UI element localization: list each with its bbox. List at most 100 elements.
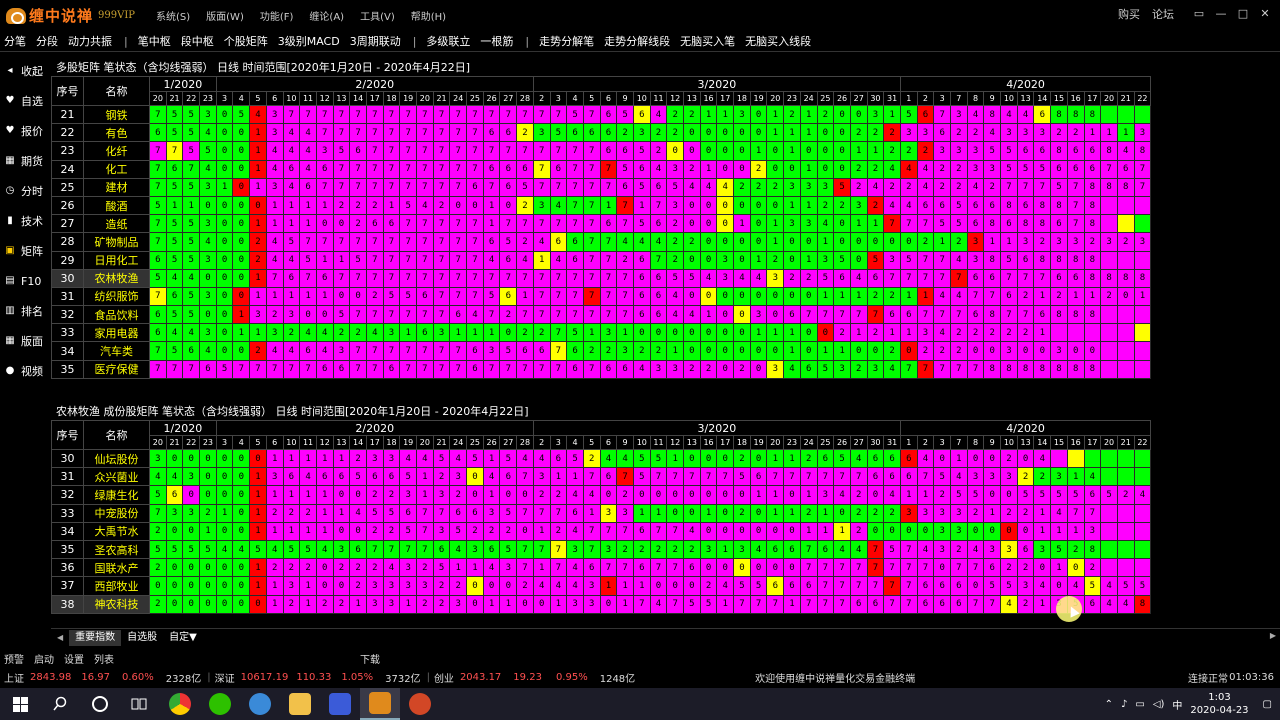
toolbar-item[interactable]: 3级别MACD — [278, 33, 340, 49]
row-name[interactable]: 众兴菌业 — [83, 467, 150, 487]
microphone-icon[interactable]: ♪ — [1121, 699, 1127, 710]
matrix-row[interactable]: 28 矿物制品 7 5 5 4 0 0 2 4 5 7 7 7 7 7 7 7 7 7 7 7 6 5 2 4 6 6 7 7 4 4 4 2 2 0… — [51, 232, 1152, 252]
matrix-row[interactable]: 30 农林牧渔 5 4 4 0 0 0 1 7 6 7 6 7 7 7 7 7 7 7 7 7 7 7 7 7 7 7 7 7 7 6 6 5 5 4… — [51, 268, 1152, 288]
row-name[interactable]: 国联水产 — [83, 558, 150, 578]
start-button[interactable] — [0, 688, 40, 720]
sidebar-item-10[interactable]: ● 视频 — [0, 356, 48, 386]
matrix-row[interactable]: 35 医疗保健 7 7 7 6 5 7 7 7 7 7 6 6 7 7 6 7 7 7 7 6 7 7 7 7 7 6 7 6 6 4 3 3 2 2… — [51, 359, 1152, 379]
matrix-row[interactable]: 25 建材 7 5 5 3 1 0 1 3 4 6 7 7 7 7 7 7 7 7 7 6 7 6 5 7 7 7 7 7 6 5 6 5 4 4 4 2… — [51, 177, 1152, 197]
row-name[interactable]: 有色 — [83, 123, 150, 143]
toolbar-item[interactable]: 走势分解线段 — [604, 33, 670, 49]
minimize-button[interactable]: — — [1212, 7, 1230, 21]
matrix-row[interactable]: 30 仙坛股份 3 0 0 0 0 0 0 1 1 1 1 1 2 3 3 4 4 5 4 5 1 5 4 4 6 5 2 4 4 5 5 1 0 0… — [51, 448, 1152, 469]
matrix-row[interactable]: 21 钢铁 7 5 5 3 0 5 4 3 7 7 7 7 7 7 7 7 7 7 7 7 7 7 7 7 7 5 7 6 5 6 4 2 2 1 1 3… — [51, 104, 1152, 125]
toolbar-item[interactable]: 分段 — [36, 33, 58, 49]
matrix-row[interactable]: 33 中宠股份 7 3 3 2 1 0 1 2 2 2 1 1 4 5 5 6 7 7 6 6 3 5 7 7 7 6 1 3 3 1 1 0 0 1… — [51, 503, 1152, 523]
matrix-row[interactable]: 34 汽车类 7 5 6 4 0 0 2 4 4 6 4 3 7 7 7 7 7 7 7 6 3 5 6 6 7 6 2 2 3 2 2 1 0 0 0… — [51, 341, 1152, 361]
row-name[interactable]: 农林牧渔 — [83, 268, 150, 288]
browser-taskbar-app[interactable] — [240, 688, 280, 720]
sidebar-item-9[interactable]: ▦ 版面 — [0, 326, 48, 356]
wechat-taskbar-app[interactable] — [200, 688, 240, 720]
matrix-row[interactable]: 22 有色 6 5 5 4 0 0 1 3 4 4 7 7 7 7 7 7 7 7 7 7 6 6 2 3 5 6 6 6 2 3 2 2 0 0 0 0… — [51, 123, 1152, 143]
toolbar-item[interactable]: 个股矩阵 — [224, 33, 268, 49]
row-name[interactable]: 大禹节水 — [83, 521, 150, 541]
close-button[interactable]: ✕ — [1256, 7, 1274, 21]
menu-function[interactable]: 功能(F) — [260, 8, 294, 23]
start-button[interactable]: 启动 — [34, 651, 54, 666]
chanzhongshuochan-taskbar-app[interactable] — [360, 688, 400, 720]
forum-link[interactable]: 论坛 — [1152, 6, 1174, 22]
toolbar-item[interactable]: 动力共振 — [68, 33, 112, 49]
toolbar-item[interactable]: 3周期联动 — [350, 33, 401, 49]
explorer-taskbar-app[interactable] — [280, 688, 320, 720]
row-name[interactable]: 食品饮料 — [83, 305, 150, 325]
matrix-row[interactable]: 32 食品饮料 6 5 5 0 0 1 3 2 3 0 0 5 7 7 7 7 7 7 6 4 7 2 7 7 7 7 7 7 7 6 6 4 4 1… — [51, 305, 1152, 325]
sidebar-item-2[interactable]: ♥ 报价 — [0, 116, 48, 146]
matrix-row[interactable]: 32 绿康生化 5 6 0 0 0 0 1 1 1 1 1 0 0 2 2 3 1 3 2 0 1 0 0 2 2 4 4 0 2 0 0 0 0 0… — [51, 485, 1152, 505]
matrix-row[interactable]: 23 化纤 7 7 5 5 0 0 1 4 4 4 3 5 6 7 7 7 7 7 7 7 7 7 7 7 7 7 7 6 6 5 2 0 0 0 0 0… — [51, 141, 1152, 161]
menu-chan-theory[interactable]: 缠论(A) — [309, 8, 344, 23]
alert-button[interactable]: 预警 — [4, 651, 24, 666]
row-name[interactable]: 神农科技 — [83, 594, 150, 614]
matrix-row[interactable]: 29 日用化工 6 5 5 3 0 0 2 4 4 5 1 1 5 7 7 7 7 7 7 7 4 6 4 1 4 6 7 7 2 6 7 2 0 0… — [51, 250, 1152, 270]
row-name[interactable]: 仙坛股份 — [83, 448, 150, 469]
tray-expand-icon[interactable]: ⌃ — [1105, 699, 1113, 710]
notes-taskbar-app[interactable] — [320, 688, 360, 720]
toolbar-item[interactable]: 走势分解笔 — [539, 33, 594, 49]
row-name[interactable]: 汽车类 — [83, 341, 150, 361]
sidebar-item-7[interactable]: ▤ F10 — [0, 266, 48, 296]
sidebar-item-0[interactable]: ◂ 收起 — [0, 56, 48, 86]
scroll-right-icon[interactable]: ▶ — [1270, 631, 1276, 640]
menu-layout[interactable]: 版面(W) — [206, 8, 244, 23]
network-icon[interactable]: ▭ — [1135, 699, 1144, 710]
sidebar-item-1[interactable]: ♥ 自选 — [0, 86, 48, 116]
list-button[interactable]: 列表 — [94, 651, 114, 666]
row-name[interactable]: 纺织服饰 — [83, 286, 150, 307]
scroll-left-icon[interactable]: ◀ — [51, 633, 69, 642]
powerpoint-taskbar-app[interactable] — [400, 688, 440, 720]
maximize-button[interactable]: □ — [1234, 7, 1252, 21]
row-name[interactable]: 圣农高科 — [83, 539, 150, 560]
download-button[interactable]: 下载 — [360, 651, 380, 666]
matrix-row[interactable]: 26 酸酒 5 1 1 0 0 0 0 1 1 1 1 2 2 2 1 5 4 2 0 0 1 0 2 3 4 7 7 1 7 1 7 3 0 0 0 0… — [51, 195, 1152, 216]
toolbar-item[interactable]: 分笔 — [4, 33, 26, 49]
row-name[interactable]: 中宠股份 — [83, 503, 150, 523]
settings-button[interactable]: 设置 — [64, 651, 84, 666]
cortana-button[interactable] — [80, 688, 120, 720]
row-name[interactable]: 酸酒 — [83, 195, 150, 216]
sidebar-item-3[interactable]: ▦ 期货 — [0, 146, 48, 176]
toolbar-item[interactable]: 无脑买入线段 — [745, 33, 811, 49]
row-name[interactable]: 家用电器 — [83, 323, 150, 343]
matrix-row[interactable]: 36 国联水产 2 0 0 0 0 0 1 2 2 2 0 2 2 2 4 3 2 5 1 1 4 3 7 1 7 4 6 7 7 6 7 7 6 0… — [51, 558, 1152, 578]
matrix-row[interactable]: 34 大禹节水 2 0 0 1 0 0 1 1 1 1 1 0 0 2 2 5 7 3 5 2 2 2 0 1 2 4 7 7 7 6 7 7 4 0… — [51, 521, 1152, 541]
matrix-row[interactable]: 31 众兴菌业 4 4 3 0 0 0 1 3 6 4 6 6 5 6 6 5 1 2 3 0 4 6 7 3 1 1 7 6 7 5 7 7 7 7… — [51, 467, 1152, 487]
matrix-row[interactable]: 37 西部牧业 0 0 0 0 0 0 1 1 3 1 0 0 2 3 3 3 3 2 2 0 0 0 2 4 4 4 3 1 1 1 0 0 0 2… — [51, 576, 1152, 596]
toolbar-item[interactable]: 段中枢 — [181, 33, 214, 49]
notifications-icon[interactable]: ▢ — [1263, 699, 1272, 710]
row-name[interactable]: 钢铁 — [83, 104, 150, 125]
toolbar-item[interactable]: 无脑买入笔 — [680, 33, 735, 49]
chrome-taskbar-app[interactable] — [160, 688, 200, 720]
volume-icon[interactable]: ◁) — [1153, 699, 1165, 710]
tab-watchlist[interactable]: 自选股 — [121, 630, 163, 646]
row-name[interactable]: 矿物制品 — [83, 232, 150, 252]
system-clock[interactable]: 1:03 2020-04-23 — [1190, 691, 1248, 717]
toolbar-item[interactable]: 一根筋 — [480, 33, 513, 49]
task-view-button[interactable] — [120, 688, 160, 720]
matrix-row[interactable]: 38 神农科技 2 0 0 0 0 0 0 1 2 1 2 2 1 3 3 1 2 2 3 0 1 1 0 0 1 3 3 0 1 7 4 7 5 5… — [51, 594, 1152, 614]
matrix-row[interactable]: 33 家用电器 6 4 4 3 0 1 1 3 2 4 4 2 2 4 3 1 6 3 1 1 1 0 2 2 7 5 1 3 1 0 0 0 0 0… — [51, 323, 1152, 343]
row-name[interactable]: 造纸 — [83, 214, 150, 234]
matrix-row[interactable]: 24 化工 7 6 7 4 0 0 1 4 6 4 6 7 7 7 7 7 7 7 7 7 6 6 6 7 6 7 7 7 5 6 4 3 2 1 0 0… — [51, 159, 1152, 179]
restore-icon[interactable]: ▭ — [1190, 7, 1208, 21]
sidebar-item-6[interactable]: ▣ 矩阵 — [0, 236, 48, 266]
tab-key-indices[interactable]: 重要指数 — [69, 629, 122, 646]
matrix-row[interactable]: 27 造纸 7 5 5 3 0 0 1 1 1 1 0 0 2 6 6 7 7 7 7 7 1 7 7 7 7 7 7 6 7 5 6 2 0 0 0 1… — [51, 214, 1152, 234]
menu-help[interactable]: 帮助(H) — [411, 8, 446, 23]
buy-link[interactable]: 购买 — [1118, 6, 1140, 22]
input-method-indicator[interactable]: 中 — [1172, 697, 1182, 712]
toolbar-item[interactable]: 多级联立 — [426, 33, 470, 49]
row-name[interactable]: 日用化工 — [83, 250, 150, 270]
tab-custom[interactable]: 自定▼ — [163, 630, 203, 646]
menu-tools[interactable]: 工具(V) — [360, 8, 395, 23]
sidebar-item-4[interactable]: ◷ 分时 — [0, 176, 48, 206]
